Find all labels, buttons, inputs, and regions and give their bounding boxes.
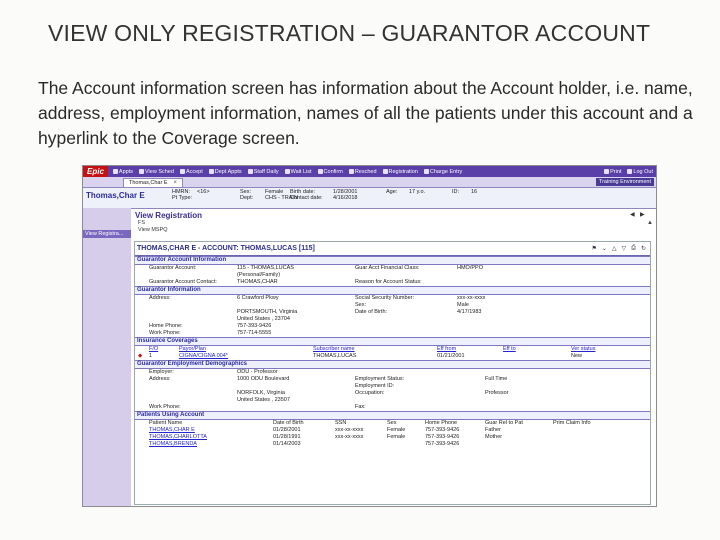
schedule-icon — [138, 169, 144, 174]
epic-screenshot: Epic Appts View Sched Accept Dept Appts … — [82, 165, 657, 507]
coverage-link[interactable]: CIGNA/CIGNA 004* — [179, 353, 228, 360]
up-arrow-icon[interactable]: △ — [612, 245, 617, 252]
section-guarantor-account: Guarantor Account Information — [135, 256, 650, 265]
patient-details: HMRN: <16> Sex: Female Birth date: 1/28/… — [172, 189, 478, 201]
toolbar-confirm-button[interactable]: Confirm — [315, 169, 346, 175]
down-arrow-icon[interactable]: ▽ — [622, 245, 627, 252]
registration-icon — [382, 169, 388, 174]
toolbar-print-button[interactable]: Print — [601, 169, 624, 175]
check-icon — [179, 169, 185, 174]
charge-icon — [423, 169, 429, 174]
account-report: THOMAS,CHAR E - ACCOUNT: THOMAS,LUCAS [1… — [134, 241, 651, 505]
close-icon[interactable]: × — [174, 179, 178, 187]
coverage-header-row: F/O Payor/Plan Subscriber name Eff from … — [149, 346, 596, 352]
report-title: THOMAS,CHAR E - ACCOUNT: THOMAS,LUCAS [1… — [137, 245, 315, 252]
toolbar-appts-button[interactable]: Appts — [110, 169, 136, 175]
activity-title: View Registration — [135, 211, 202, 220]
epic-toolbar: Epic Appts View Sched Accept Dept Appts … — [83, 166, 656, 177]
toolbar-registration-button[interactable]: Registration — [380, 169, 421, 175]
patient-name: Thomas,Char E — [86, 191, 145, 200]
slide-title: VIEW ONLY REGISTRATION – GUARANTOR ACCOU… — [48, 20, 651, 46]
forward-arrow-icon[interactable]: ▶ — [640, 211, 645, 218]
toolbar-wait-list-button[interactable]: Wait List — [282, 169, 315, 175]
list-icon — [284, 169, 290, 174]
department-icon — [208, 169, 214, 174]
slide-description: The Account information screen has infor… — [38, 78, 693, 148]
reschedule-icon — [348, 169, 354, 174]
back-arrow-icon[interactable]: ◀ — [630, 211, 635, 218]
activity-sidebar: View Registra... — [83, 208, 131, 506]
section-insurance-coverages: Insurance Coverages — [135, 337, 650, 346]
toolbar-logout-button[interactable]: Log Out — [624, 169, 656, 175]
toolbar-charge-entry-button[interactable]: Charge Entry — [421, 169, 465, 175]
table-row: THOMAS,BRENDA 01/14/2003 757-393-9426 — [149, 441, 460, 447]
pin-icon[interactable]: ⚑ — [591, 245, 596, 252]
diamond-icon: ◆ — [138, 353, 143, 359]
guarantor-account-row: Guarantor Account: 115 - THOMAS,LUCAS Gu… — [149, 265, 483, 271]
tab-bar: Thomas,Char E × Training Environment — [83, 177, 656, 188]
section-patients: Patients Using Account — [135, 411, 650, 420]
table-row: THOMAS,CHARLOTTA 01/28/1991 xxx-xx-xxxx … — [149, 434, 503, 440]
coverage-row: ◆ 1 CIGNA/CIGNA 004* THOMAS,LUCAS 01/21/… — [138, 353, 583, 360]
staff-icon — [247, 169, 253, 174]
table-row: THOMAS,CHAR E 01/28/2001 xxx-xx-xxxx Fem… — [149, 427, 501, 433]
guarantor-contact-row: Guarantor Account Contact: THOMAS,CHAR R… — [149, 279, 422, 285]
section-guarantor-info: Guarantor Information — [135, 286, 650, 295]
toolbar-staff-daily-button[interactable]: Staff Daily — [245, 169, 282, 175]
epic-logo[interactable]: Epic — [83, 166, 108, 177]
calendar-icon — [112, 169, 118, 174]
logout-icon — [627, 169, 633, 174]
patients-header-row: Patient Name Date of Birth SSN Sex Home … — [149, 420, 591, 426]
toolbar-view-sched-button[interactable]: View Sched — [136, 169, 177, 175]
activity-mspq-link[interactable]: View MSPQ — [133, 227, 656, 234]
sidebar-item-view-registration[interactable]: View Registra... — [83, 230, 131, 238]
refresh-icon[interactable]: ↻ — [641, 245, 646, 252]
print-icon[interactable]: ⎙ — [631, 245, 636, 252]
toolbar-accept-button[interactable]: Accept — [177, 169, 206, 175]
toolbar-dept-appts-button[interactable]: Dept Appts — [206, 169, 245, 175]
environment-badge: Training Environment — [595, 178, 654, 186]
chevron-down-icon[interactable]: ⌄ — [602, 245, 607, 252]
section-employment: Guarantor Employment Demographics — [135, 360, 650, 369]
view-registration-activity: View Registration FS View MSPQ ◀ ▶ ▲ THO… — [133, 208, 656, 506]
report-tools: ⚑ ⌄ △ ▽ ⎙ ↻ — [591, 245, 646, 252]
tab-patient[interactable]: Thomas,Char E × — [123, 177, 184, 187]
patient-header: Thomas,Char E HMRN: <16> Sex: Female Bir… — [83, 188, 656, 209]
scroll-up-icon[interactable]: ▲ — [647, 220, 653, 226]
printer-icon — [604, 169, 610, 174]
phone-icon — [317, 169, 323, 174]
activity-fs-link[interactable]: FS — [133, 220, 656, 227]
toolbar-resched-button[interactable]: Resched — [346, 169, 380, 175]
